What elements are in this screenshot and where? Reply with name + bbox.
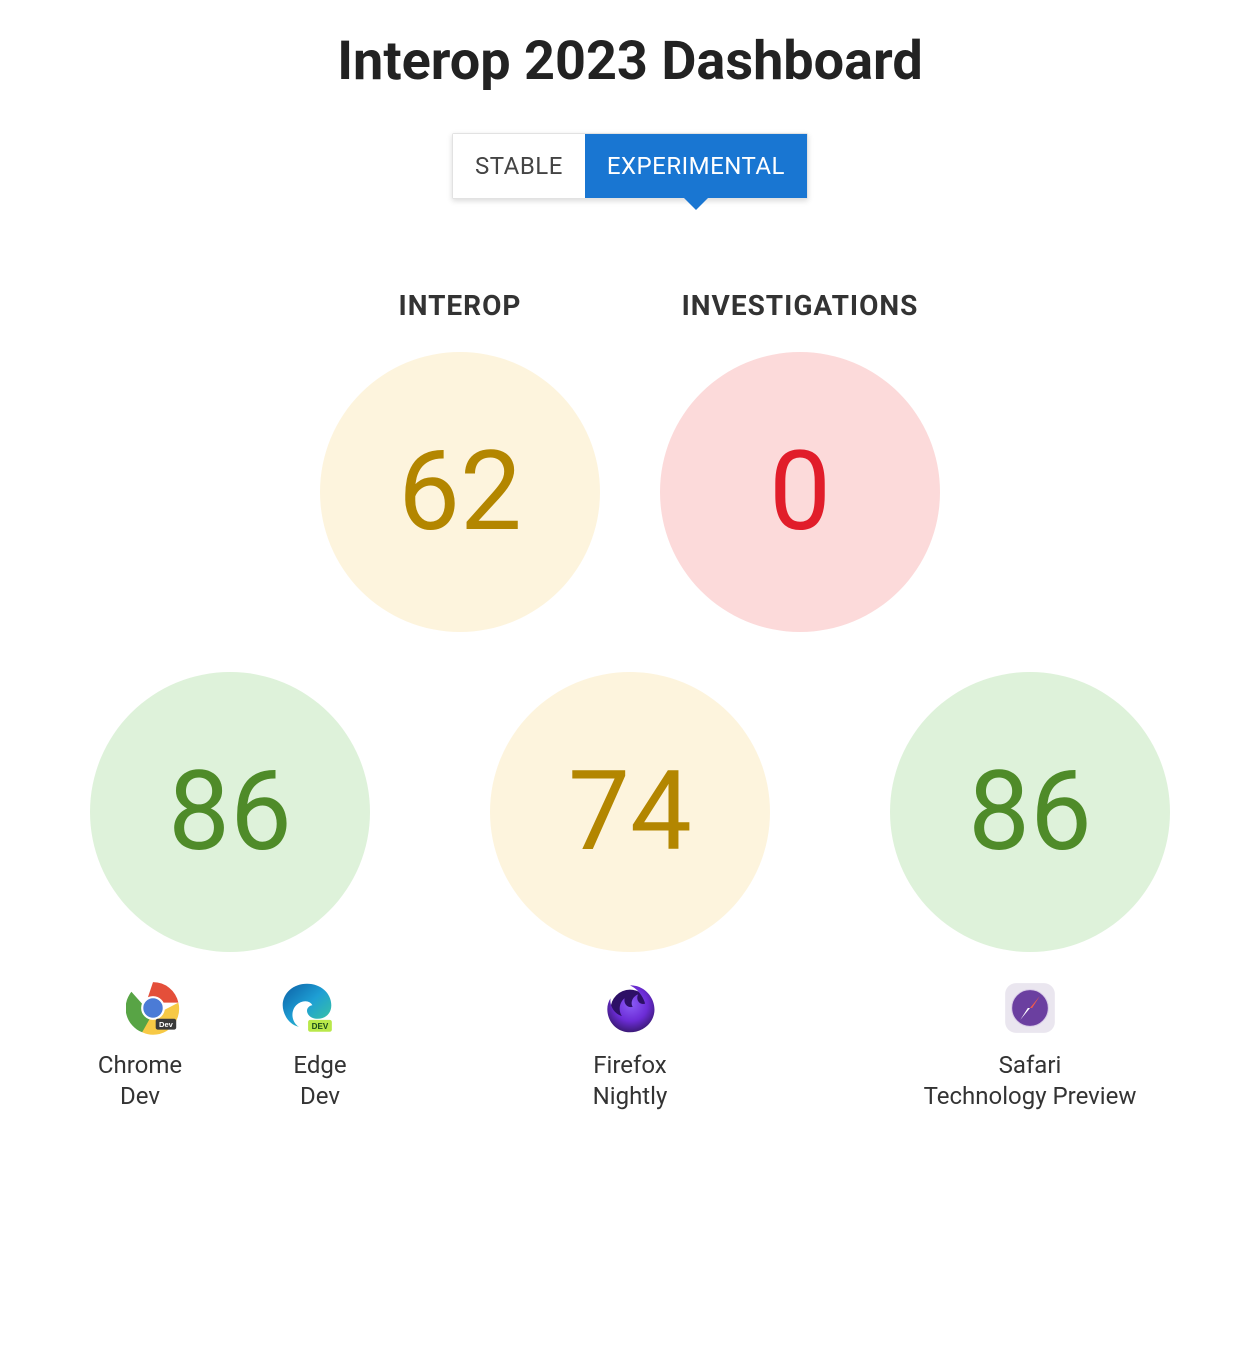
channel-tabs: STABLE EXPERIMENTAL xyxy=(40,133,1220,199)
investigations-score-value: 0 xyxy=(769,437,831,547)
firefox-score-circle: 74 xyxy=(490,672,770,952)
interop-score-block: INTEROP 62 xyxy=(320,289,600,632)
page-title: Interop 2023 Dashboard xyxy=(40,30,1220,93)
browser-label-firefox-nightly: FirefoxNightly xyxy=(570,1050,690,1112)
edge-dev-icon: DEV xyxy=(280,981,334,1039)
safari-score-circle: 86 xyxy=(890,672,1170,952)
tab-stable[interactable]: STABLE xyxy=(453,134,585,198)
browser-scores-row: 86 Dev xyxy=(40,672,1220,1112)
chrome-edge-score-circle: 86 xyxy=(90,672,370,952)
firefox-score-value: 74 xyxy=(568,757,692,867)
interop-score-circle: 62 xyxy=(320,352,600,632)
browser-label-safari-tp: SafariTechnology Preview xyxy=(880,1050,1180,1112)
svg-text:DEV: DEV xyxy=(312,1022,329,1031)
interop-score-value: 62 xyxy=(398,437,522,547)
browser-col-firefox: 74 FirefoxNightly xyxy=(460,672,800,1112)
interop-heading: INTEROP xyxy=(399,289,522,322)
browser-col-chrome-edge: 86 Dev xyxy=(60,672,400,1112)
browser-col-safari: 86 SafariTechnology Preview xyxy=(860,672,1200,1112)
browser-label-chrome-dev: ChromeDev xyxy=(80,1050,200,1112)
investigations-score-block: INVESTIGATIONS 0 xyxy=(660,289,940,632)
safari-tp-icon xyxy=(1003,981,1057,1039)
investigations-score-circle: 0 xyxy=(660,352,940,632)
safari-score-value: 86 xyxy=(968,757,1092,867)
svg-text:Dev: Dev xyxy=(159,1020,174,1029)
investigations-heading: INVESTIGATIONS xyxy=(682,289,919,322)
browser-label-edge-dev: EdgeDev xyxy=(260,1050,380,1112)
chrome-dev-icon: Dev xyxy=(126,981,180,1039)
summary-scores-row: INTEROP 62 INVESTIGATIONS 0 xyxy=(40,289,1220,632)
firefox-nightly-icon xyxy=(603,981,657,1039)
tab-experimental[interactable]: EXPERIMENTAL xyxy=(585,134,807,198)
chrome-edge-score-value: 86 xyxy=(168,757,292,867)
